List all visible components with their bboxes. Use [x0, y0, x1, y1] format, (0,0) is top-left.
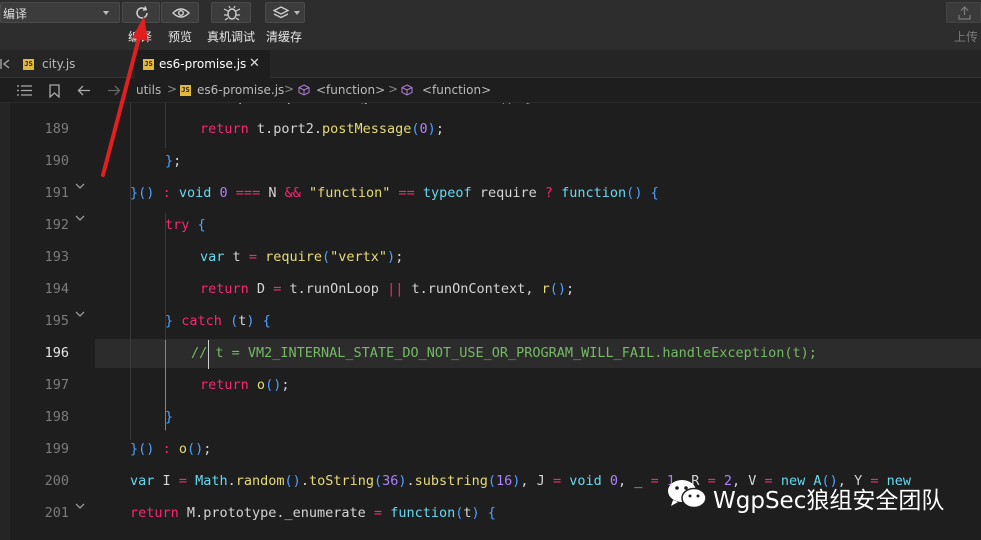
breadcrumb: utils > JS es6-promise.js > <function> >… — [0, 78, 981, 103]
toolbar: 编译 编译 预览 真机调试 清缓存 上传 — [0, 0, 981, 50]
line-number: 198 — [44, 409, 69, 425]
close-icon[interactable]: ✕ — [249, 56, 260, 71]
list-icon[interactable] — [17, 85, 32, 96]
preview-button[interactable] — [161, 2, 199, 23]
clear-cache-label: 清缓存 — [266, 30, 303, 44]
preview-label: 预览 — [168, 30, 193, 44]
bookmark-icon[interactable] — [49, 84, 60, 98]
device-debug-label: 真机调试 — [207, 30, 256, 44]
code-line[interactable]: }() : void 0 === N && "function" == type… — [130, 185, 659, 201]
upload-label: 上传 — [954, 30, 979, 44]
fold-chevron-icon[interactable] — [75, 213, 85, 223]
code-line[interactable]: return o(); — [200, 377, 289, 393]
code-editor[interactable]: 189 190 191 192 193 194 195 196 197 198 … — [0, 103, 981, 540]
line-number: 195 — [44, 313, 69, 329]
fold-chevron-icon[interactable] — [75, 309, 85, 319]
code-line[interactable]: return D = t.runOnLoop || t.runOnContext… — [200, 281, 574, 297]
breadcrumb-item-file[interactable]: es6-promise.js — [197, 83, 284, 97]
fold-chevron-icon[interactable] — [75, 181, 85, 191]
js-file-icon: JS — [23, 59, 34, 70]
line-number: 200 — [44, 473, 69, 489]
line-number: 201 — [44, 505, 69, 521]
compile-label: 编译 — [128, 30, 153, 44]
indent-guide — [130, 103, 131, 440]
line-number: 199 — [44, 441, 69, 457]
compile-mode-value: 编译 — [3, 7, 28, 21]
upload-button[interactable] — [946, 2, 981, 23]
breadcrumb-separator: > — [388, 82, 399, 96]
eye-icon — [172, 8, 190, 18]
breadcrumb-item-function[interactable]: <function> — [316, 83, 385, 97]
tab-label: es6-promise.js — [159, 57, 247, 71]
tab-city-js[interactable]: JS city.js — [0, 50, 130, 78]
layers-icon — [273, 6, 289, 19]
js-file-icon: JS — [180, 85, 191, 96]
line-number: 197 — [44, 377, 69, 393]
breadcrumb-item-function[interactable]: <function> — [422, 83, 491, 97]
line-number: 194 — [44, 281, 69, 297]
code-line[interactable]: }() : o(); — [130, 441, 211, 457]
line-number-active: 196 — [44, 345, 69, 361]
tab-es6-promise-js[interactable]: JS es6-promise.js ✕ — [135, 50, 270, 78]
chevron-down-icon — [294, 11, 300, 15]
watermark-text: WgpSec狼组安全团队 — [713, 488, 945, 514]
code-line[interactable]: return t.port2.postMessage(0); — [200, 121, 444, 137]
line-number: 192 — [44, 217, 69, 233]
editor-left-strip — [0, 103, 10, 540]
code-line[interactable]: try { — [165, 217, 206, 233]
js-file-icon: JS — [143, 59, 154, 70]
refresh-icon — [136, 6, 148, 19]
function-cube-icon — [401, 84, 413, 96]
clear-cache-button[interactable] — [265, 2, 305, 23]
upload-icon — [958, 6, 971, 20]
arrow-right-icon[interactable] — [107, 85, 121, 96]
code-line[interactable]: return t.port2.postMessage = ... functio… — [165, 103, 531, 104]
breadcrumb-item-utils[interactable]: utils — [136, 83, 161, 97]
bug-icon — [223, 5, 241, 21]
function-cube-icon — [298, 84, 310, 96]
device-debug-button[interactable] — [211, 2, 251, 23]
fold-chevron-icon[interactable] — [75, 501, 85, 511]
code-line[interactable]: return M.prototype._enumerate = function… — [130, 505, 496, 521]
compile-mode-select[interactable]: 编译 — [0, 2, 120, 23]
line-number: 190 — [44, 153, 69, 169]
code-line[interactable]: } catch (t) { — [165, 313, 271, 329]
breadcrumb-separator: > — [167, 82, 178, 96]
breadcrumb-separator: > — [284, 82, 295, 96]
line-number: 193 — [44, 249, 69, 265]
tab-bar: JS city.js JS es6-promise.js ✕ — [0, 50, 981, 78]
code-line[interactable]: } — [165, 409, 173, 425]
chevron-down-icon — [103, 11, 109, 15]
compile-button[interactable] — [122, 2, 160, 23]
arrow-left-icon[interactable] — [77, 85, 91, 96]
code-line[interactable]: var t = require("vertx"); — [200, 249, 403, 265]
line-number: 191 — [44, 185, 69, 201]
indent-guide — [165, 103, 166, 148]
tab-label: city.js — [42, 57, 76, 71]
code-line[interactable]: }; — [165, 153, 181, 169]
line-number: 189 — [44, 121, 69, 137]
wechat-logo-icon — [668, 480, 707, 509]
code-line-comment[interactable]: // t = VM2_INTERNAL_STATE_DO_NOT_USE_OR_… — [191, 345, 817, 361]
